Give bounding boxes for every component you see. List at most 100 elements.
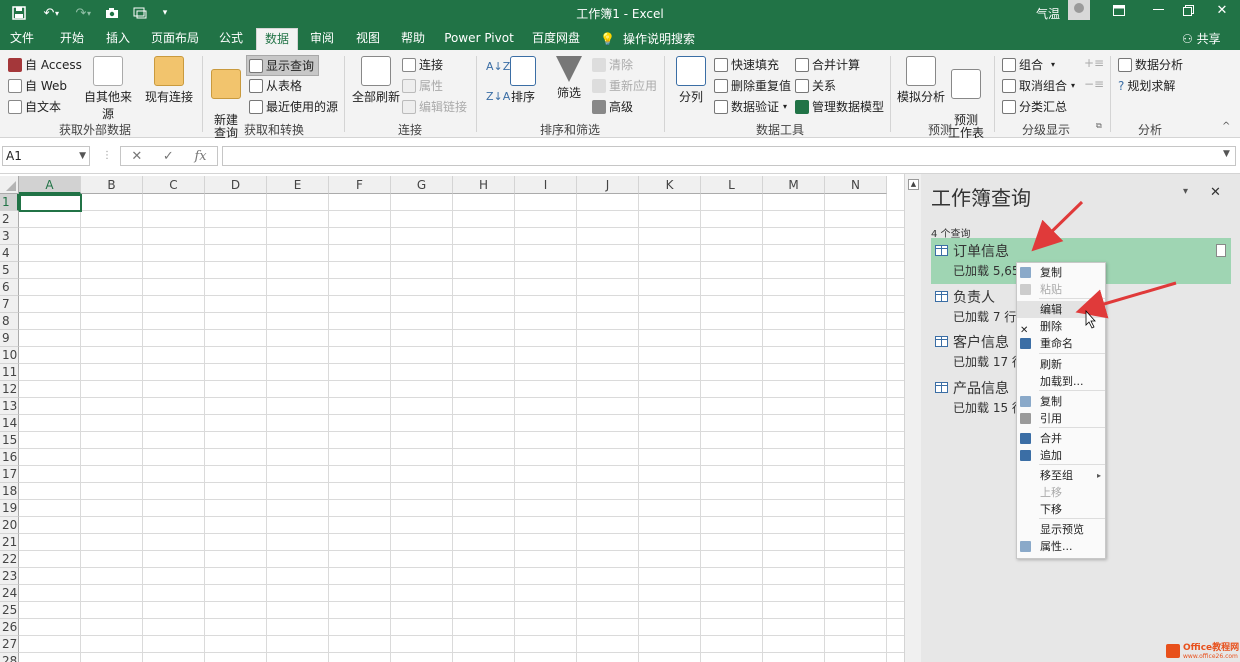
column-header[interactable]: G	[391, 176, 453, 194]
menu-item[interactable]: 移至组 ▸	[1017, 467, 1105, 484]
column-header[interactable]: H	[453, 176, 515, 194]
select-all-corner[interactable]	[0, 176, 19, 194]
column-header[interactable]: N	[825, 176, 887, 194]
close-icon[interactable]: ✕	[1207, 0, 1237, 20]
row-header[interactable]: 9	[0, 330, 19, 347]
row-header[interactable]: 24	[0, 585, 19, 602]
menu-item[interactable]: 编辑	[1017, 301, 1105, 318]
tab-home[interactable]: 开始	[52, 28, 92, 50]
avatar[interactable]	[1068, 0, 1090, 20]
menu-item[interactable]: 复制	[1017, 393, 1105, 410]
menu-item[interactable]: 粘贴	[1017, 281, 1105, 298]
row-header[interactable]: 8	[0, 313, 19, 330]
ribbon-display-icon[interactable]	[1104, 0, 1134, 20]
row-header[interactable]: 26	[0, 619, 19, 636]
tab-power-pivot[interactable]: Power Pivot	[440, 28, 518, 50]
row-header[interactable]: 14	[0, 415, 19, 432]
menu-item[interactable]: 追加	[1017, 447, 1105, 464]
column-header[interactable]: K	[639, 176, 701, 194]
clear-filter-button[interactable]: 清除	[592, 56, 633, 73]
row-header[interactable]: 2	[0, 211, 19, 228]
column-header[interactable]: J	[577, 176, 639, 194]
filter-button[interactable]: 筛选	[553, 56, 585, 101]
vertical-scrollbar[interactable]: ▲	[904, 174, 921, 662]
pane-options-icon[interactable]: ▾	[1183, 186, 1188, 197]
row-header[interactable]: 3	[0, 228, 19, 245]
menu-item[interactable]: 上移	[1017, 484, 1105, 501]
sort-descending-icon[interactable]: Z↓A	[486, 90, 510, 103]
menu-item[interactable]: 加载到...	[1017, 373, 1105, 390]
dialog-launcher-icon[interactable]: ⧉	[1096, 121, 1102, 131]
insert-function-icon[interactable]: fx	[194, 149, 206, 164]
row-header[interactable]: 28	[0, 653, 19, 662]
flash-fill-button[interactable]: 快速填充	[714, 56, 779, 73]
subtotal-button[interactable]: 分类汇总	[1002, 98, 1067, 115]
scroll-up-icon[interactable]: ▲	[908, 179, 919, 190]
row-header[interactable]: 6	[0, 279, 19, 296]
column-header[interactable]: L	[701, 176, 763, 194]
text-to-columns-button[interactable]: 分列	[674, 56, 708, 105]
show-queries-button[interactable]: 显示查询	[246, 55, 320, 76]
row-header[interactable]: 22	[0, 551, 19, 568]
tab-formulas[interactable]: 公式	[212, 28, 250, 50]
cancel-icon[interactable]: ✕	[131, 149, 142, 164]
row-header[interactable]: 23	[0, 568, 19, 585]
manage-data-model-button[interactable]: 管理数据模型	[795, 98, 884, 115]
column-header[interactable]: I	[515, 176, 577, 194]
menu-item[interactable]: 显示预览	[1017, 521, 1105, 538]
minimize-icon[interactable]	[1143, 0, 1173, 20]
reapply-button[interactable]: 重新应用	[592, 77, 657, 94]
row-header[interactable]: 7	[0, 296, 19, 313]
from-text-button[interactable]: 自文本	[8, 98, 61, 115]
tab-page-layout[interactable]: 页面布局	[144, 28, 206, 50]
row-header[interactable]: 10	[0, 347, 19, 364]
tab-data[interactable]: 数据	[256, 28, 298, 50]
row-header[interactable]: 27	[0, 636, 19, 653]
data-analysis-button[interactable]: 数据分析	[1118, 56, 1183, 73]
document-icon[interactable]	[1216, 244, 1226, 257]
close-icon[interactable]: ✕	[1210, 185, 1221, 200]
what-if-analysis-button[interactable]: 模拟分析	[896, 56, 946, 105]
row-header[interactable]: 5	[0, 262, 19, 279]
share-button[interactable]: ⚇ 共享	[1182, 30, 1221, 47]
row-header[interactable]: 15	[0, 432, 19, 449]
tab-file[interactable]: 文件	[4, 28, 40, 50]
edit-links-button[interactable]: 编辑链接	[402, 98, 467, 115]
row-header[interactable]: 4	[0, 245, 19, 262]
menu-item[interactable]: 合并	[1017, 430, 1105, 447]
tell-me-search[interactable]: 💡 操作说明搜索	[600, 28, 700, 50]
formula-input[interactable]	[222, 146, 1236, 166]
row-header[interactable]: 21	[0, 534, 19, 551]
solver-button[interactable]: ? 规划求解	[1118, 77, 1175, 94]
show-detail-icon[interactable]: +≡	[1084, 56, 1104, 70]
recent-sources-button[interactable]: 最近使用的源	[249, 98, 338, 115]
refresh-all-button[interactable]: 全部刷新	[350, 56, 402, 105]
selected-cell[interactable]	[19, 194, 82, 212]
row-header[interactable]: 16	[0, 449, 19, 466]
menu-item[interactable]: 重命名	[1017, 335, 1105, 352]
column-header[interactable]: E	[267, 176, 329, 194]
tab-baidu[interactable]: 百度网盘	[528, 28, 584, 50]
menu-item[interactable]: 下移	[1017, 501, 1105, 518]
menu-item[interactable]: 引用	[1017, 410, 1105, 427]
tab-review[interactable]: 审阅	[304, 28, 340, 50]
row-header[interactable]: 20	[0, 517, 19, 534]
row-header[interactable]: 11	[0, 364, 19, 381]
other-sources-button[interactable]: 自其他来源	[80, 56, 136, 122]
from-table-button[interactable]: 从表格	[249, 77, 302, 94]
row-header[interactable]: 18	[0, 483, 19, 500]
connections-button[interactable]: 连接	[402, 56, 443, 73]
row-header[interactable]: 1	[0, 194, 19, 211]
data-validation-button[interactable]: 数据验证 ▾	[714, 98, 787, 115]
tab-view[interactable]: 视图	[350, 28, 386, 50]
row-header[interactable]: 13	[0, 398, 19, 415]
expand-formula-icon[interactable]: ▼	[1223, 149, 1230, 159]
name-box[interactable]: A1 ▼	[2, 146, 90, 166]
advanced-filter-button[interactable]: 高级	[592, 98, 633, 115]
relationships-button[interactable]: 关系	[795, 77, 836, 94]
from-web-button[interactable]: 自 Web	[8, 77, 67, 94]
menu-item[interactable]: ✕ 删除	[1017, 318, 1105, 336]
sort-ascending-icon[interactable]: A↓Z	[486, 60, 510, 73]
tab-insert[interactable]: 插入	[98, 28, 138, 50]
column-header[interactable]: F	[329, 176, 391, 194]
